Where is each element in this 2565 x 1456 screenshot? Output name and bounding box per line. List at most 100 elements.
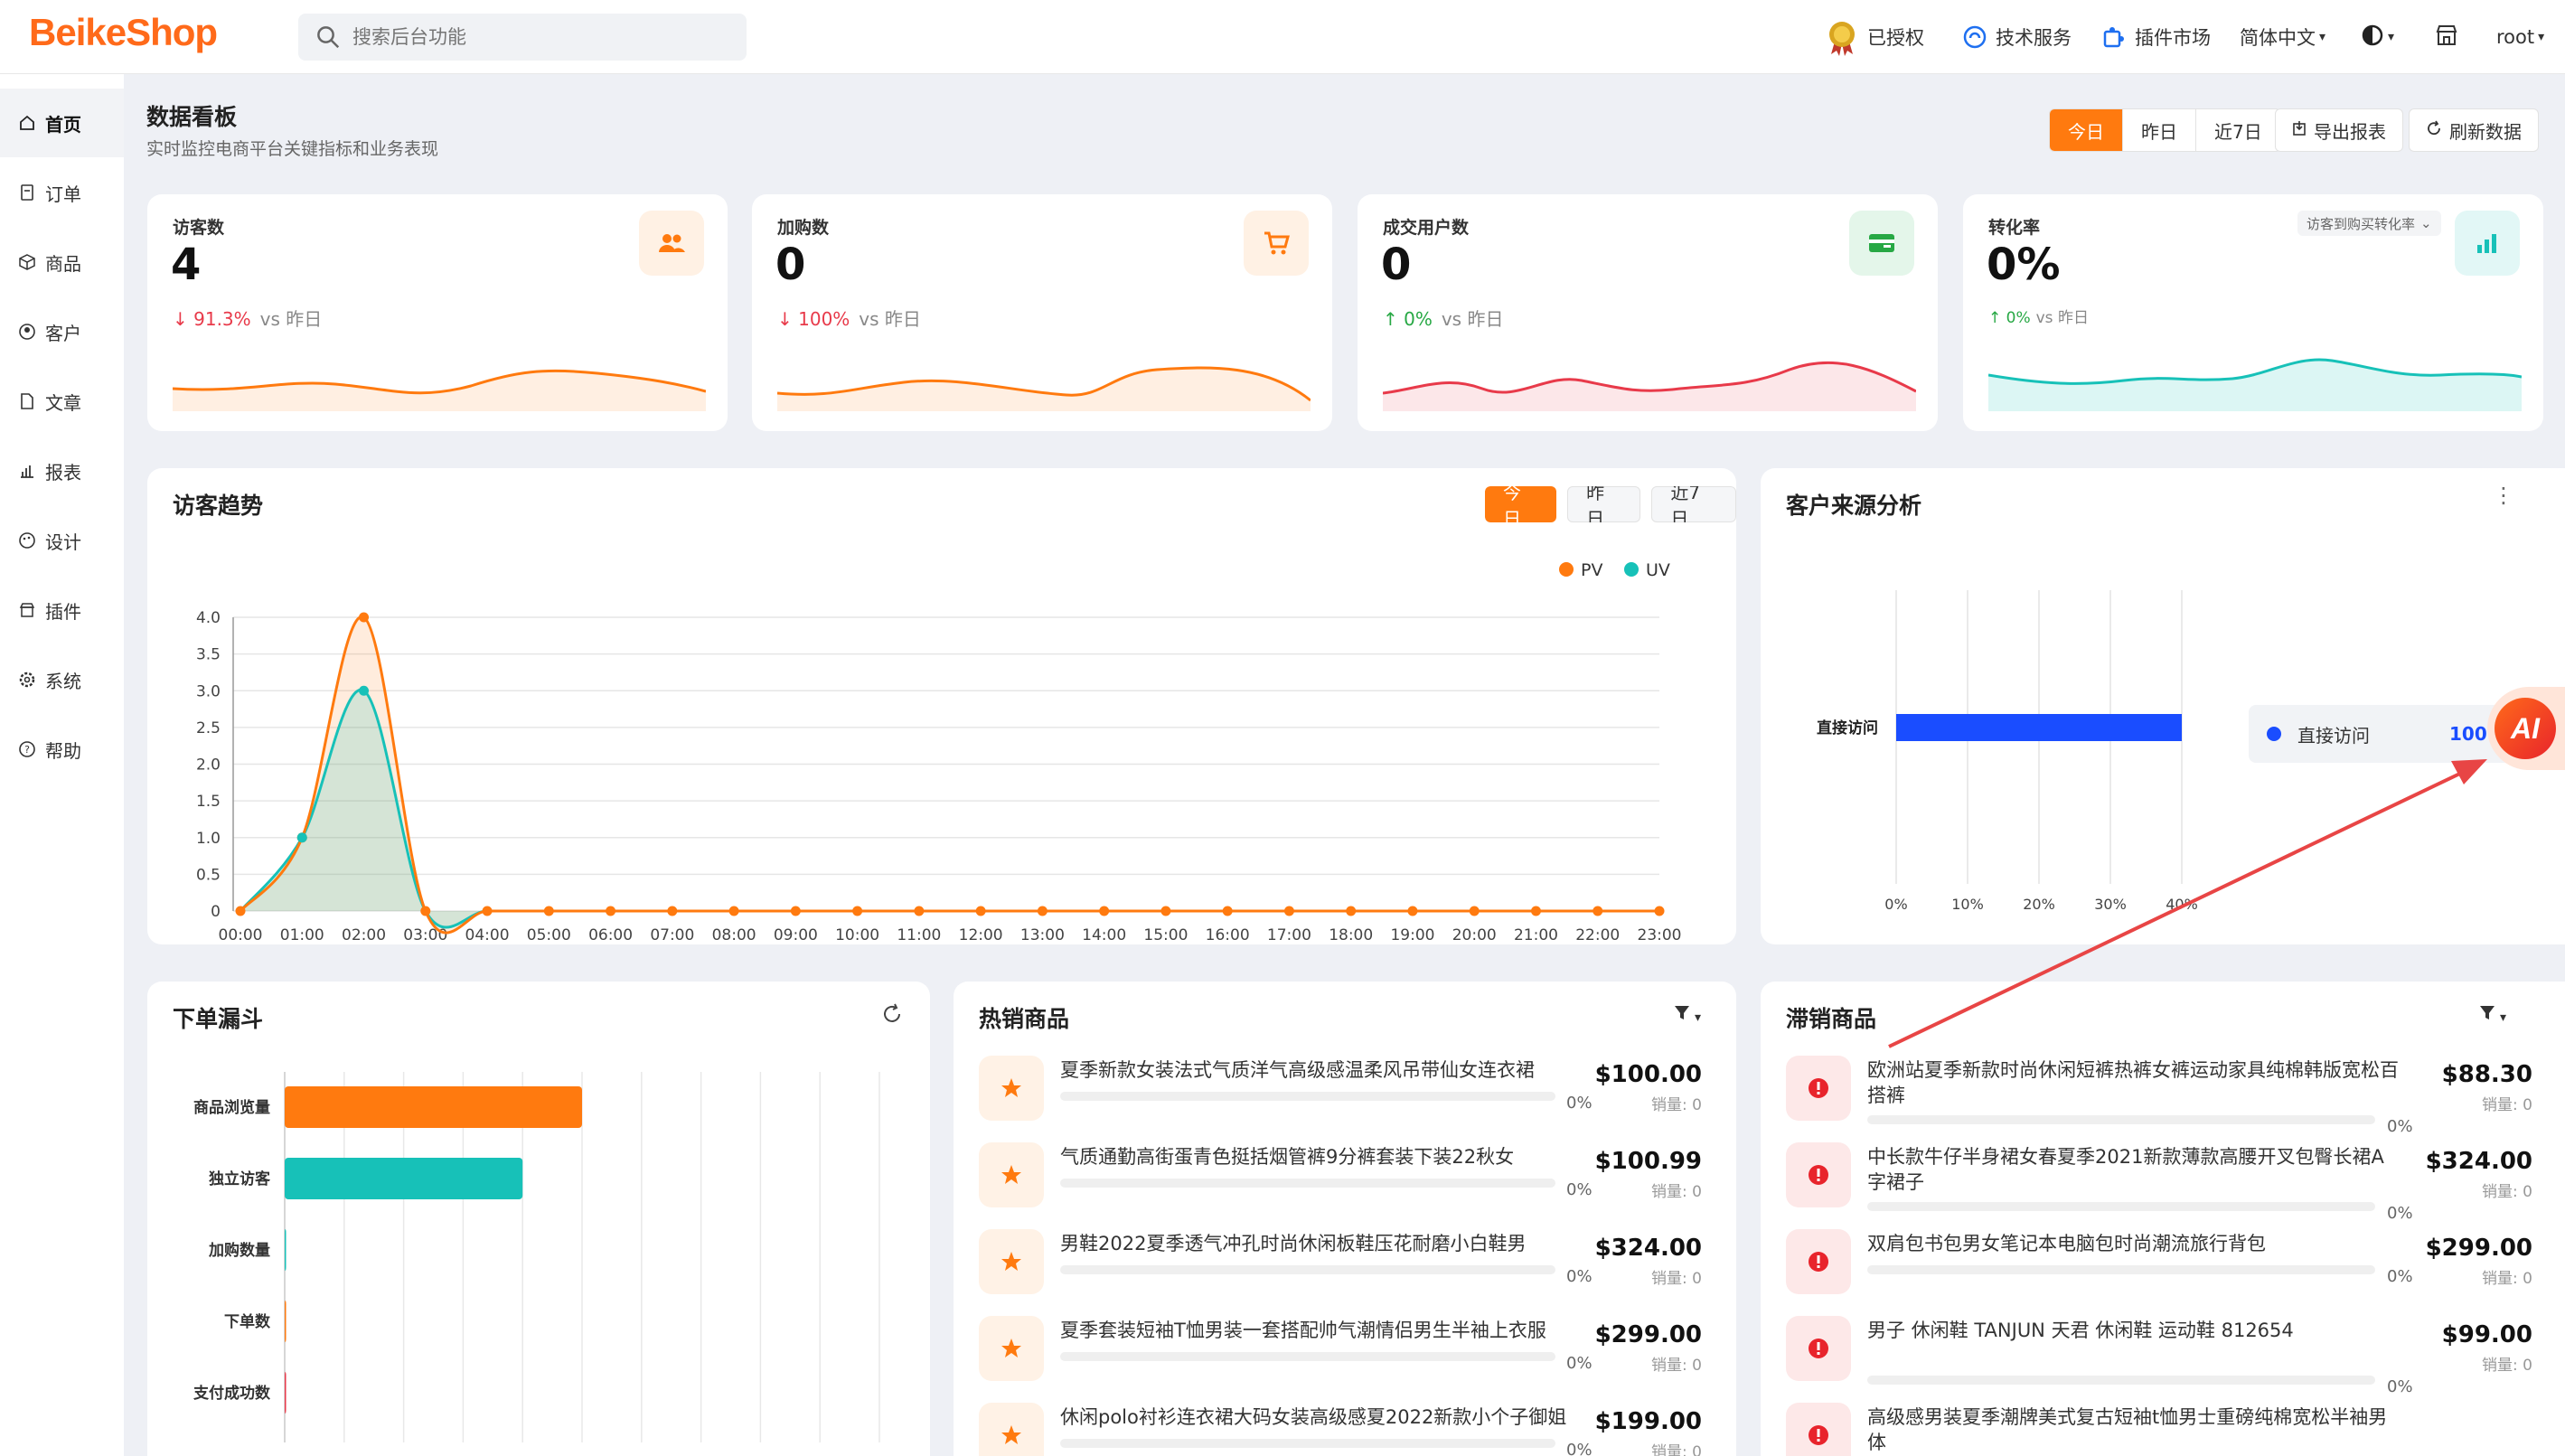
- y-tick-label: 3.5: [196, 646, 221, 664]
- x-tick-label: 0%: [1884, 896, 1907, 913]
- product-pct: 0%: [1566, 1354, 1593, 1373]
- data-point-pv: [1530, 906, 1541, 916]
- conversion-type-select[interactable]: 访客到购买转化率 ⌄: [2297, 211, 2441, 236]
- brand-logo[interactable]: BeikeShop: [29, 11, 218, 54]
- product-row[interactable]: 气质通勤高街蛋青色挺括烟管裤9分裤套装下装22秋女 0% $100.99 销量: 0: [979, 1142, 1702, 1215]
- product-name: 中长款牛仔半身裙女春夏季2021新款薄款高腰开叉包臀长裙A字裙子: [1867, 1146, 2384, 1193]
- bar-chart-icon: [2455, 211, 2520, 276]
- product-price: $324.00: [1594, 1235, 1702, 1262]
- kpi-change: ↓ 91.3% vs 昨日: [173, 308, 323, 330]
- ai-icon: AI: [2495, 698, 2556, 759]
- data-point-pv: [852, 906, 863, 916]
- sidebar-item-plugins[interactable]: 插件: [0, 576, 124, 644]
- x-tick-label: 11:00: [897, 926, 941, 944]
- product-row[interactable]: 欧洲站夏季新款时尚休闲短裤热裤女裤运动家具纯棉韩版宽松百搭裤 0% $88.30 销量…: [1786, 1056, 2532, 1136]
- kpi-sparkline: [777, 366, 1311, 411]
- product-row[interactable]: 男子 休闲鞋 TANJUN 天君 休闲鞋 运动鞋 812654 0% $99.00 销…: [1786, 1316, 2532, 1396]
- range-7days[interactable]: 近7日: [2195, 109, 2280, 151]
- sidebar-item-articles[interactable]: 文章: [0, 367, 124, 436]
- product-row[interactable]: 双肩包书包男女笔记本电脑包时尚潮流旅行背包 0% $299.00 销量: 0: [1786, 1229, 2532, 1301]
- x-tick-label: 23:00: [1638, 926, 1682, 944]
- slow-products-card: 滞销商品 ▾ 欧洲站夏季新款时尚休闲短裤热裤女裤运动家具纯棉韩版宽松百搭裤 0% $…: [1761, 982, 2565, 1456]
- sidebar-item-reports[interactable]: 报表: [0, 437, 124, 505]
- product-row[interactable]: 中长款牛仔半身裙女春夏季2021新款薄款高腰开叉包臀长裙A字裙子 0% $324.0…: [1786, 1142, 2532, 1223]
- plugin-market-label: 插件市场: [2135, 27, 2211, 49]
- funnel-bar: [285, 1372, 287, 1414]
- help-icon: ?: [18, 740, 36, 758]
- sidebar-item-home[interactable]: 首页: [0, 89, 124, 157]
- source-bar: [1896, 714, 2182, 741]
- product-row[interactable]: 休闲polo衬衫连衣裙大码女装高级感夏2022新款小个子御姐 0% $199.00 销…: [979, 1403, 1702, 1456]
- x-tick-label: 17:00: [1267, 926, 1311, 944]
- range-today[interactable]: 今日: [2050, 109, 2122, 151]
- kpi-sparkline: [1988, 358, 2522, 411]
- legend-dot: [2267, 727, 2281, 741]
- product-row[interactable]: 夏季套装短袖T恤男装一套搭配帅气潮情侣男生半袖上衣服 0% $299.00 销量: 0: [979, 1316, 1702, 1388]
- home-icon: [18, 114, 36, 132]
- kpi-label: 成交用户数: [1383, 218, 1470, 238]
- data-point-pv: [543, 906, 554, 916]
- product-price: $299.00: [1594, 1321, 1702, 1348]
- order-icon: [18, 183, 36, 202]
- filter-icon[interactable]: ▾: [2478, 1003, 2506, 1026]
- range-yesterday[interactable]: 昨日: [2122, 109, 2195, 151]
- visitor-trend-chart: 0 0.5 1.0 1.5 2.0 2.5 3.0 3.5 4.0 00:00 01:00 02:00…: [196, 560, 1682, 944]
- document-icon: [18, 392, 36, 410]
- more-icon[interactable]: ⋮: [2493, 484, 2514, 506]
- progress-bar: [1867, 1265, 2375, 1274]
- sidebar-item-customers[interactable]: 客户: [0, 297, 124, 366]
- product-pct: 0%: [2387, 1204, 2413, 1223]
- cart-icon: [1244, 211, 1309, 276]
- data-point-pv: [606, 906, 616, 916]
- product-name: 夏季套装短袖T恤男装一套搭配帅气潮情侣男生半袖上衣服: [1060, 1320, 1546, 1341]
- y-tick-label: 3.0: [196, 682, 221, 700]
- product-row[interactable]: 夏季新款女装法式气质洋气高级感温柔风吊带仙女连衣裙 0% $100.00 销量: 0: [979, 1056, 1702, 1128]
- sidebar-item-design[interactable]: 设计: [0, 506, 124, 575]
- search-input[interactable]: [352, 21, 732, 53]
- y-tick-label: 1.5: [196, 793, 221, 811]
- product-row[interactable]: 高级感男装夏季潮牌美式复古短袖t恤男士重磅纯棉宽松半袖男体: [1786, 1403, 2532, 1456]
- theme-toggle[interactable]: ▾: [2361, 0, 2394, 74]
- x-tick-label: 07:00: [650, 926, 694, 944]
- sidebar-item-label: 订单: [45, 183, 81, 205]
- tech-service-label: 技术服务: [1996, 27, 2072, 49]
- x-tick-label: 12:00: [959, 926, 1003, 944]
- language-select[interactable]: 简体中文 ▾: [2240, 0, 2325, 74]
- product-pct: 0%: [1566, 1180, 1593, 1199]
- ai-assistant-button[interactable]: AI: [2487, 687, 2565, 770]
- storefront-button[interactable]: [2434, 0, 2459, 74]
- data-point-pv: [1160, 906, 1171, 916]
- search-icon: [317, 26, 340, 49]
- page-title: 数据看板: [146, 104, 238, 130]
- product-name: 休闲polo衬衫连衣裙大码女装高级感夏2022新款小个子御姐: [1060, 1406, 1567, 1428]
- search-box[interactable]: [298, 14, 747, 61]
- progress-bar: [1060, 1352, 1555, 1361]
- hot-products-title: 热销商品: [979, 1006, 1070, 1032]
- kpi-value: 4: [171, 240, 202, 290]
- sidebar-item-help[interactable]: ? 帮助: [0, 715, 124, 784]
- export-label: 导出报表: [2314, 120, 2386, 143]
- filter-icon[interactable]: ▾: [1673, 1003, 1701, 1026]
- source-card: 客户来源分析 ⋮ 0% 10% 20% 30% 40% 直接访问 直接访问 100%: [1761, 468, 2565, 944]
- authorized-link[interactable]: 已授权: [1826, 0, 1924, 74]
- palette-icon: [18, 531, 36, 550]
- legend-label: 直接访问: [2297, 724, 2370, 747]
- top-bar: BeikeShop 已授权 技术服务 插件市场 简体中文 ▾ ▾ root ▾: [0, 0, 2565, 74]
- y-tick-label: 1.0: [196, 830, 221, 848]
- tech-service-link[interactable]: 技术服务: [1963, 0, 2072, 74]
- sidebar-item-label: 系统: [45, 670, 81, 692]
- plugin-market-link[interactable]: 插件市场: [2102, 0, 2211, 74]
- sidebar-item-products[interactable]: 商品: [0, 228, 124, 296]
- y-tick-label: 0: [211, 903, 221, 921]
- kpi-card-conversion: 转化率 0% ↑ 0% vs 昨日 访客到购买转化率 ⌄: [1963, 194, 2543, 431]
- legend-dot: [1624, 562, 1639, 577]
- sidebar-item-label: 客户: [45, 322, 81, 344]
- export-button[interactable]: 导出报表: [2275, 108, 2403, 152]
- user-menu[interactable]: root ▾: [2496, 0, 2544, 74]
- sidebar-item-orders[interactable]: 订单: [0, 158, 124, 227]
- legend-label-pv: PV: [1581, 560, 1602, 580]
- sidebar-item-system[interactable]: 系统: [0, 645, 124, 714]
- refresh-button[interactable]: 刷新数据: [2409, 108, 2539, 152]
- language-label: 简体中文: [2240, 27, 2316, 49]
- product-row[interactable]: 男鞋2022夏季透气冲孔时尚休闲板鞋压花耐磨小白鞋男 0% $324.00 销量: 0: [979, 1229, 1702, 1301]
